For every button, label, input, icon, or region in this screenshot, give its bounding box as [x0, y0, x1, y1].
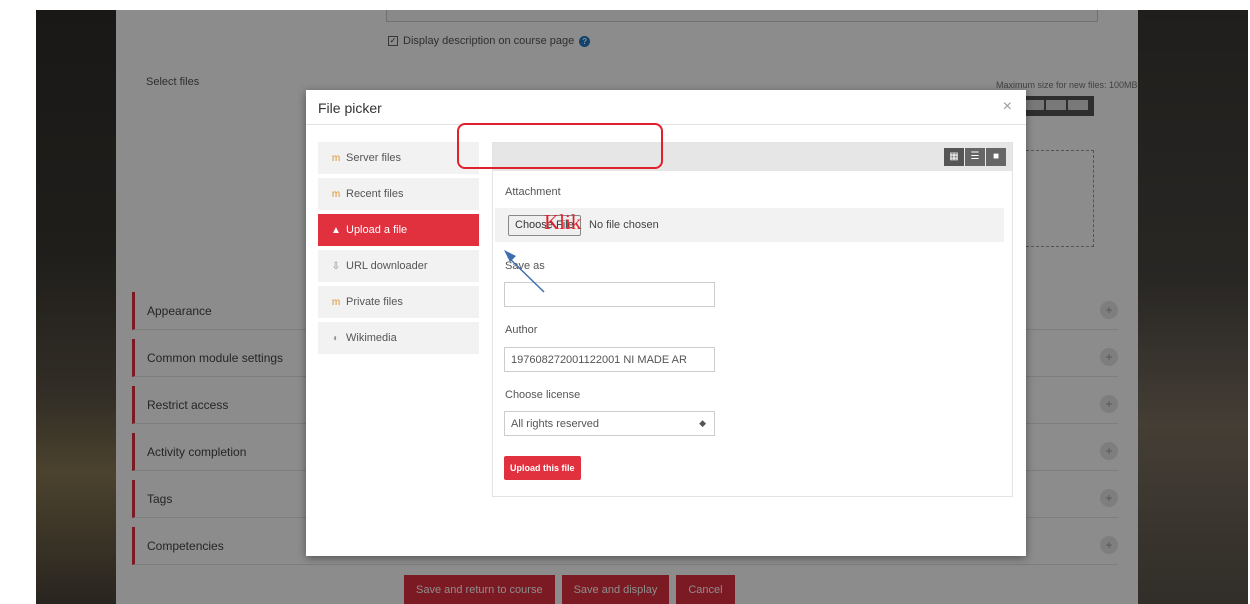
annotation-arrow [504, 250, 545, 293]
screenshot-frame: ✓ Display description on course page ? S… [36, 10, 1248, 604]
annotation-text: Klik [544, 210, 582, 234]
